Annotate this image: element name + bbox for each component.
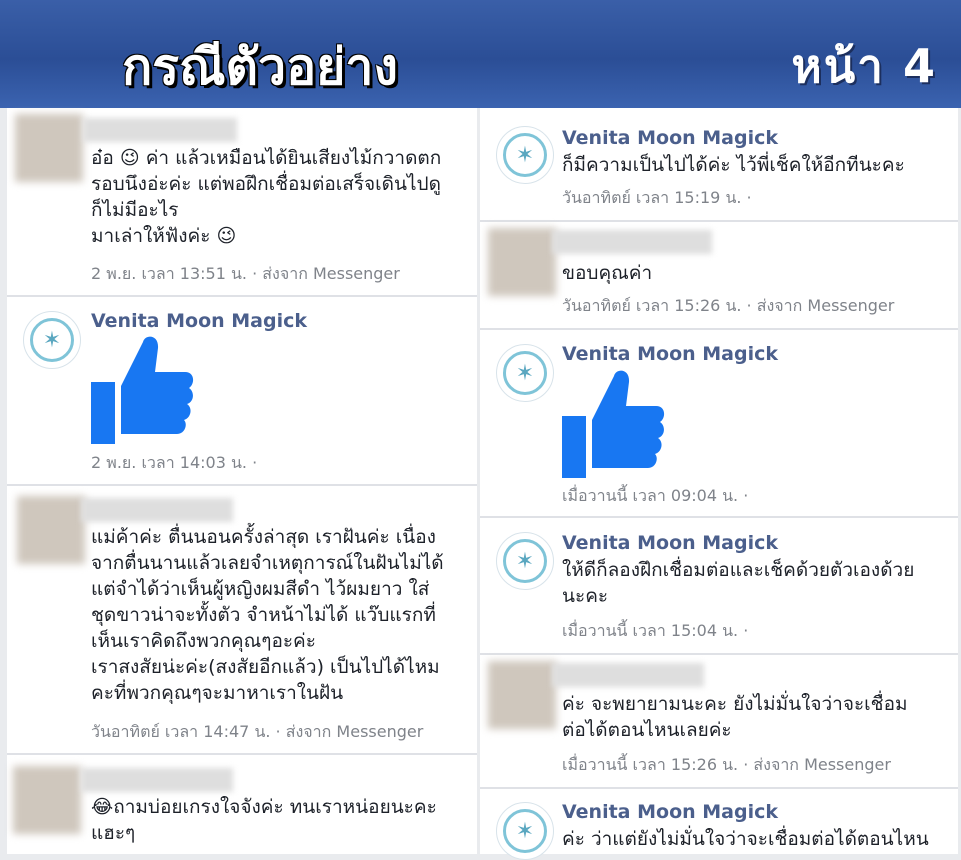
sender-name[interactable]: Venita Moon Magick: [91, 310, 307, 332]
message-timestamp[interactable]: 2 พ.ย. เวลา 14:03 น. ·: [91, 451, 257, 476]
avatar[interactable]: [13, 766, 81, 834]
message-timestamp[interactable]: เมื่อวานนี้ เวลา 09:04 น. ·: [562, 484, 748, 509]
avatar[interactable]: [488, 661, 556, 729]
page-title: กรณีตัวอย่าง: [122, 38, 398, 96]
message-text: ขอบคุณค่า: [562, 262, 653, 284]
conversation-column-right: ✶ Venita Moon Magick ก็มีความเป็นไปได้ค่…: [480, 108, 958, 860]
message-timestamp[interactable]: วันอาทิตย์ เวลา 14:47 น. · ส่งจาก Messen…: [91, 720, 423, 745]
venita-moon-magick-logo[interactable]: ✶: [496, 126, 554, 184]
sender-name[interactable]: Venita Moon Magick: [562, 343, 778, 365]
divider: [480, 220, 958, 222]
divider: [480, 787, 958, 789]
divider: [480, 516, 958, 518]
thumbs-up-icon: [562, 370, 665, 478]
venita-moon-magick-logo[interactable]: ✶: [496, 532, 554, 590]
thumbs-up-icon: [91, 336, 194, 444]
divider: [480, 653, 958, 655]
header-banner: กรณีตัวอย่าง หน้า 4: [0, 0, 961, 108]
message-text: ให้ดีก็ลองฝึกเชื่อมต่อและเช็คด้วยตัวเองด…: [562, 559, 915, 607]
avatar[interactable]: [488, 228, 556, 296]
avatar[interactable]: [17, 496, 85, 564]
message-timestamp[interactable]: 2 พ.ย. เวลา 13:51 น. · ส่งจาก Messenger: [91, 262, 400, 287]
sender-name[interactable]: [81, 498, 233, 522]
message-text: ค่ะ จะพยายามนะคะ ยังไม่มั่นใจว่าจะเชื่อม…: [562, 693, 908, 741]
sender-name[interactable]: Venita Moon Magick: [562, 127, 778, 149]
message-timestamp[interactable]: เมื่อวานนี้ เวลา 15:04 น. ·: [562, 619, 748, 644]
message-text: แม่ค้าค่ะ ตื่นนอนครั้งล่าสุด เราฝันค่ะ เ…: [91, 526, 444, 704]
venita-moon-magick-logo[interactable]: ✶: [496, 344, 554, 402]
sender-name[interactable]: Venita Moon Magick: [562, 801, 778, 823]
venita-moon-magick-logo[interactable]: ✶: [496, 802, 554, 860]
message-text: 😂ถามบ่อยเกรงใจจังค่ะ ทนเราหน่อยนะคะ แฮะๆ: [91, 796, 437, 844]
sender-name[interactable]: [83, 118, 237, 142]
divider: [7, 484, 477, 486]
page-number: หน้า 4: [791, 39, 937, 93]
sender-name[interactable]: Venita Moon Magick: [562, 532, 778, 554]
sender-name[interactable]: [81, 768, 233, 792]
sender-name[interactable]: [552, 663, 704, 687]
venita-moon-magick-logo[interactable]: ✶: [23, 311, 81, 369]
conversation-column-left: อ๋อ 😉 ค่า แล้วเหมือนได้ยินเสียงไม้กวาดตก…: [7, 108, 477, 854]
message-text: ค่ะ ว่าแต่ยังไม่มั่นใจว่าจะเชื่อมต่อได้ต…: [562, 828, 929, 850]
message-timestamp[interactable]: เมื่อวานนี้ เวลา 15:26 น. · ส่งจาก Messe…: [562, 753, 891, 778]
divider: [7, 753, 477, 755]
avatar[interactable]: [15, 114, 83, 182]
message-timestamp[interactable]: วันอาทิตย์ เวลา 15:19 น. ·: [562, 186, 752, 211]
divider: [480, 328, 958, 330]
message-text: อ๋อ 😉 ค่า แล้วเหมือนได้ยินเสียงไม้กวาดตก…: [91, 147, 442, 247]
message-timestamp[interactable]: วันอาทิตย์ เวลา 15:26 น. · ส่งจาก Messen…: [562, 294, 894, 319]
sender-name[interactable]: [552, 230, 712, 254]
divider: [7, 295, 477, 297]
message-text: ก็มีความเป็นไปได้ค่ะ ไว้พี่เช็คให้อีกทีน…: [562, 154, 905, 176]
